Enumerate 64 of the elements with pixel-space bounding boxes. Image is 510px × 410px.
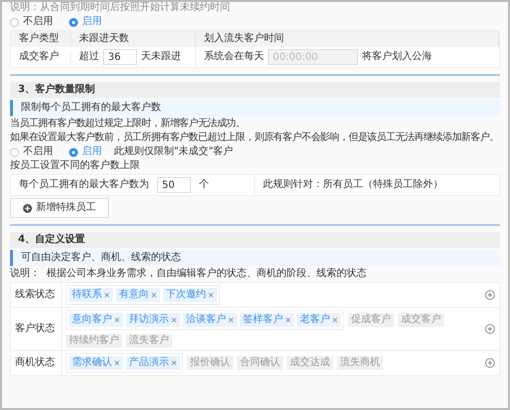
- radio-note: 此规则仅限制"未成交"客户: [114, 146, 234, 158]
- table-cell: 成交客户: [11, 51, 71, 63]
- max-label: 每个员工拥有的最大客户数为: [19, 179, 149, 191]
- days-suffix: 天未跟进: [141, 51, 181, 63]
- days-field[interactable]: 36: [103, 49, 137, 65]
- close-icon[interactable]: [151, 292, 157, 298]
- days-prefix: 超过: [79, 51, 99, 63]
- column-header: 客户类型: [11, 31, 71, 47]
- column-header: 未跟进天数: [71, 31, 196, 47]
- status-tag[interactable]: 签样客户: [240, 313, 294, 327]
- close-icon[interactable]: [332, 317, 338, 323]
- add-icon[interactable]: [485, 358, 495, 368]
- add-icon[interactable]: [485, 324, 495, 334]
- close-icon[interactable]: [285, 317, 291, 323]
- info-bar: 限制每个员工拥有的最大客户数: [10, 100, 500, 116]
- status-tag[interactable]: 产品演示: [126, 356, 180, 370]
- plus-circle-icon: [23, 204, 32, 212]
- radio-option[interactable]: 启用: [69, 146, 102, 158]
- time-field[interactable]: 00:00:00: [268, 49, 358, 65]
- status-tag[interactable]: 成交达成: [287, 356, 333, 370]
- info-bar: 可自由决定客户、商机、线索的状态: [10, 250, 500, 266]
- status-tag[interactable]: 有意向: [116, 288, 160, 302]
- status-tag[interactable]: 洽谈客户: [183, 313, 237, 327]
- row-label: 客户状态: [14, 323, 56, 335]
- scope-text: 此规则针对：所有员工（特殊员工除外）: [262, 179, 444, 191]
- status-tag[interactable]: 待续约客户: [66, 334, 122, 348]
- note-text: 说明：从合同到期时间后按照开始计算未续约时间: [10, 2, 231, 14]
- close-icon[interactable]: [228, 317, 234, 323]
- close-icon[interactable]: [114, 360, 120, 366]
- status-tag[interactable]: 待联系: [69, 288, 113, 302]
- status-tag[interactable]: 促成客户: [348, 313, 394, 327]
- max-unit: 个: [199, 179, 209, 191]
- description-text: 说明： 根据公司本身业务需求，自由编辑客户的状态、商机的阶段、线索的状态: [10, 268, 368, 280]
- time-suffix: 将客户划入公海: [362, 51, 432, 63]
- status-tag[interactable]: 合同确认: [237, 356, 283, 370]
- add-employee-button[interactable]: 新增特殊员工: [10, 198, 109, 218]
- radio-option[interactable]: 不启用: [10, 146, 53, 158]
- row-label: 商机状态: [14, 357, 56, 369]
- section-header: 3、客户数量限制: [10, 82, 500, 98]
- add-icon[interactable]: [485, 290, 495, 300]
- status-tag[interactable]: 拜访演示: [126, 313, 180, 327]
- time-prefix: 系统会在每天: [204, 51, 264, 63]
- max-field[interactable]: 50: [157, 177, 191, 193]
- column-header: 划入流失客户时间: [196, 31, 499, 47]
- status-tag[interactable]: 下次邀约: [163, 288, 217, 302]
- radio-option[interactable]: 启用: [69, 16, 102, 28]
- row-label: 线索状态: [14, 289, 56, 301]
- status-tag[interactable]: 老客户: [297, 313, 341, 327]
- radio-option[interactable]: 不启用: [10, 16, 53, 28]
- close-icon[interactable]: [104, 292, 110, 298]
- close-icon[interactable]: [208, 292, 214, 298]
- status-tag[interactable]: 报价确认: [187, 356, 233, 370]
- description-text: 如果在设置最大客户数前，员工所拥有客户数已超过上限，则原有客户不会影响，但是该员工无法再继续添加新客户。: [10, 132, 500, 144]
- close-icon[interactable]: [171, 317, 177, 323]
- section-header: 4、自定义设置: [10, 232, 500, 248]
- close-icon[interactable]: [114, 317, 120, 323]
- close-icon[interactable]: [171, 360, 177, 366]
- status-tag[interactable]: 意向客户: [69, 313, 123, 327]
- status-tag[interactable]: 成交客户: [398, 313, 444, 327]
- status-tag[interactable]: 需求确认: [69, 356, 123, 370]
- status-tag[interactable]: 流失商机: [337, 356, 383, 370]
- description-text: 当员工拥有客户数超过规定上限时，新增客户无法成功。: [10, 118, 246, 130]
- sub-label: 按员工设置不同的客户数上限: [10, 160, 141, 172]
- status-tag[interactable]: 流失客户: [126, 334, 172, 348]
